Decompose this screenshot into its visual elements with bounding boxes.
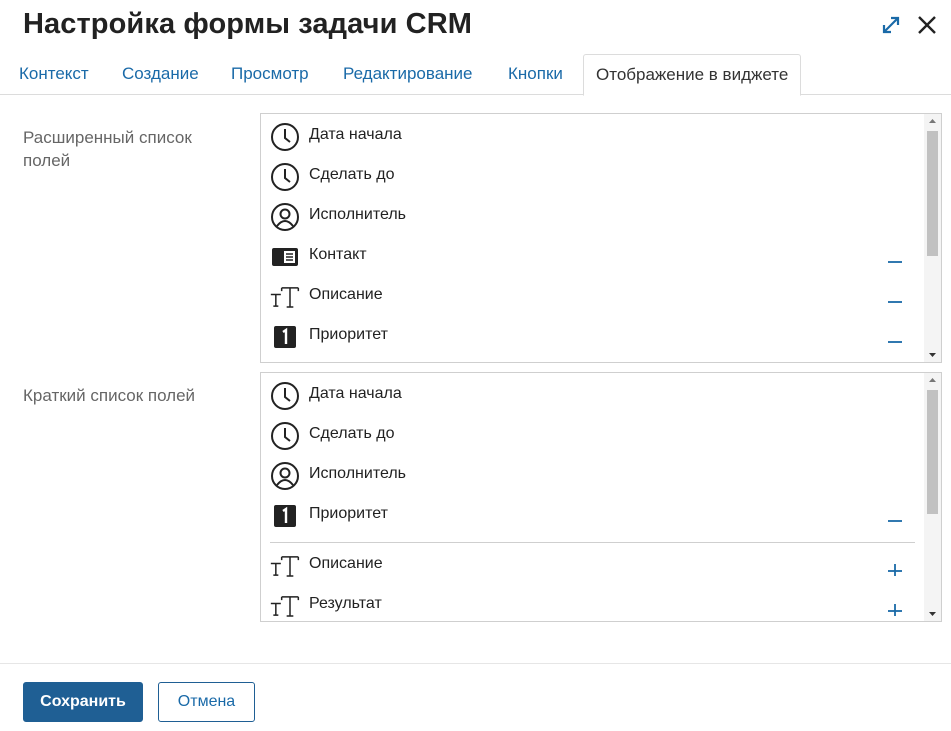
scrollbar[interactable] <box>924 114 941 362</box>
list-item-label: Сделать до <box>309 425 395 442</box>
number-icon <box>270 322 300 352</box>
list-item[interactable]: Описание <box>261 546 921 586</box>
list-item[interactable]: Исполнитель <box>261 197 921 237</box>
tab-widget-display[interactable]: Отображение в виджете <box>583 54 802 96</box>
list-item-label: Сделать до <box>309 166 395 183</box>
list-item-label: Результат <box>309 595 382 612</box>
list-item[interactable]: Контакт <box>261 237 921 277</box>
user-icon <box>270 202 300 232</box>
text-icon <box>270 551 300 581</box>
tab-context[interactable]: Контекст <box>19 54 89 95</box>
short-list-label: Краткий список полей <box>23 386 196 405</box>
cancel-button[interactable]: Отмена <box>158 682 255 722</box>
extended-list-label: Расширенный список полей <box>23 128 192 170</box>
list-item[interactable]: Приоритет <box>261 496 921 536</box>
extended-field-list[interactable]: Дата начала Сделать до Исполнитель Конта… <box>260 113 942 363</box>
text-icon <box>270 591 300 621</box>
list-item[interactable]: Приоритет <box>261 317 921 357</box>
tab-bar: Контекст Создание Просмотр Редактировани… <box>0 54 951 96</box>
list-item[interactable]: Результат <box>261 586 921 621</box>
list-divider <box>270 542 915 543</box>
list-item-label: Контакт <box>309 246 367 263</box>
remove-icon[interactable] <box>885 327 905 347</box>
list-item-label: Описание <box>309 286 383 303</box>
list-item[interactable]: Исполнитель <box>261 456 921 496</box>
footer-divider <box>0 663 951 664</box>
scroll-down-icon[interactable] <box>924 348 941 362</box>
scrollbar[interactable] <box>924 373 941 621</box>
tab-view[interactable]: Просмотр <box>231 54 309 95</box>
contact-card-icon <box>270 242 300 272</box>
list-item-label: Дата начала <box>309 126 402 143</box>
list-item-label: Исполнитель <box>309 206 407 223</box>
add-icon[interactable] <box>885 596 905 618</box>
list-item[interactable]: Описание <box>261 277 921 317</box>
text-icon <box>270 282 300 312</box>
list-item-label: Приоритет <box>309 505 388 522</box>
remove-icon[interactable] <box>885 247 905 267</box>
remove-icon[interactable] <box>885 287 905 307</box>
tab-create[interactable]: Создание <box>122 54 199 95</box>
tab-edit[interactable]: Редактирование <box>343 54 473 95</box>
clock-icon <box>270 421 300 451</box>
close-icon[interactable] <box>916 14 938 36</box>
scroll-down-icon[interactable] <box>924 607 941 621</box>
scroll-up-icon[interactable] <box>924 114 941 128</box>
save-button[interactable]: Сохранить <box>23 682 143 722</box>
list-item[interactable]: Сделать до <box>261 157 921 197</box>
list-item-label: Исполнитель <box>309 465 407 482</box>
list-item-label: Приоритет <box>309 326 388 343</box>
tab-buttons[interactable]: Кнопки <box>508 54 563 95</box>
scroll-thumb[interactable] <box>927 131 938 256</box>
list-item-label: Дата начала <box>309 385 402 402</box>
remove-icon[interactable] <box>885 506 905 526</box>
short-field-list[interactable]: Дата начала Сделать до Исполнитель Приор… <box>260 372 942 622</box>
number-icon <box>270 501 300 531</box>
add-icon[interactable] <box>885 556 905 578</box>
list-item-label: Описание <box>309 555 383 572</box>
list-item[interactable]: Дата начала <box>261 117 921 157</box>
clock-icon <box>270 381 300 411</box>
list-item[interactable]: Дата начала <box>261 376 921 416</box>
clock-icon <box>270 162 300 192</box>
expand-arrows-icon[interactable] <box>880 14 902 36</box>
user-icon <box>270 461 300 491</box>
scroll-thumb[interactable] <box>927 390 938 514</box>
dialog-title: Настройка формы задачи CRM <box>23 8 473 40</box>
scroll-up-icon[interactable] <box>924 373 941 387</box>
list-item[interactable]: Сделать до <box>261 416 921 456</box>
clock-icon <box>270 122 300 152</box>
